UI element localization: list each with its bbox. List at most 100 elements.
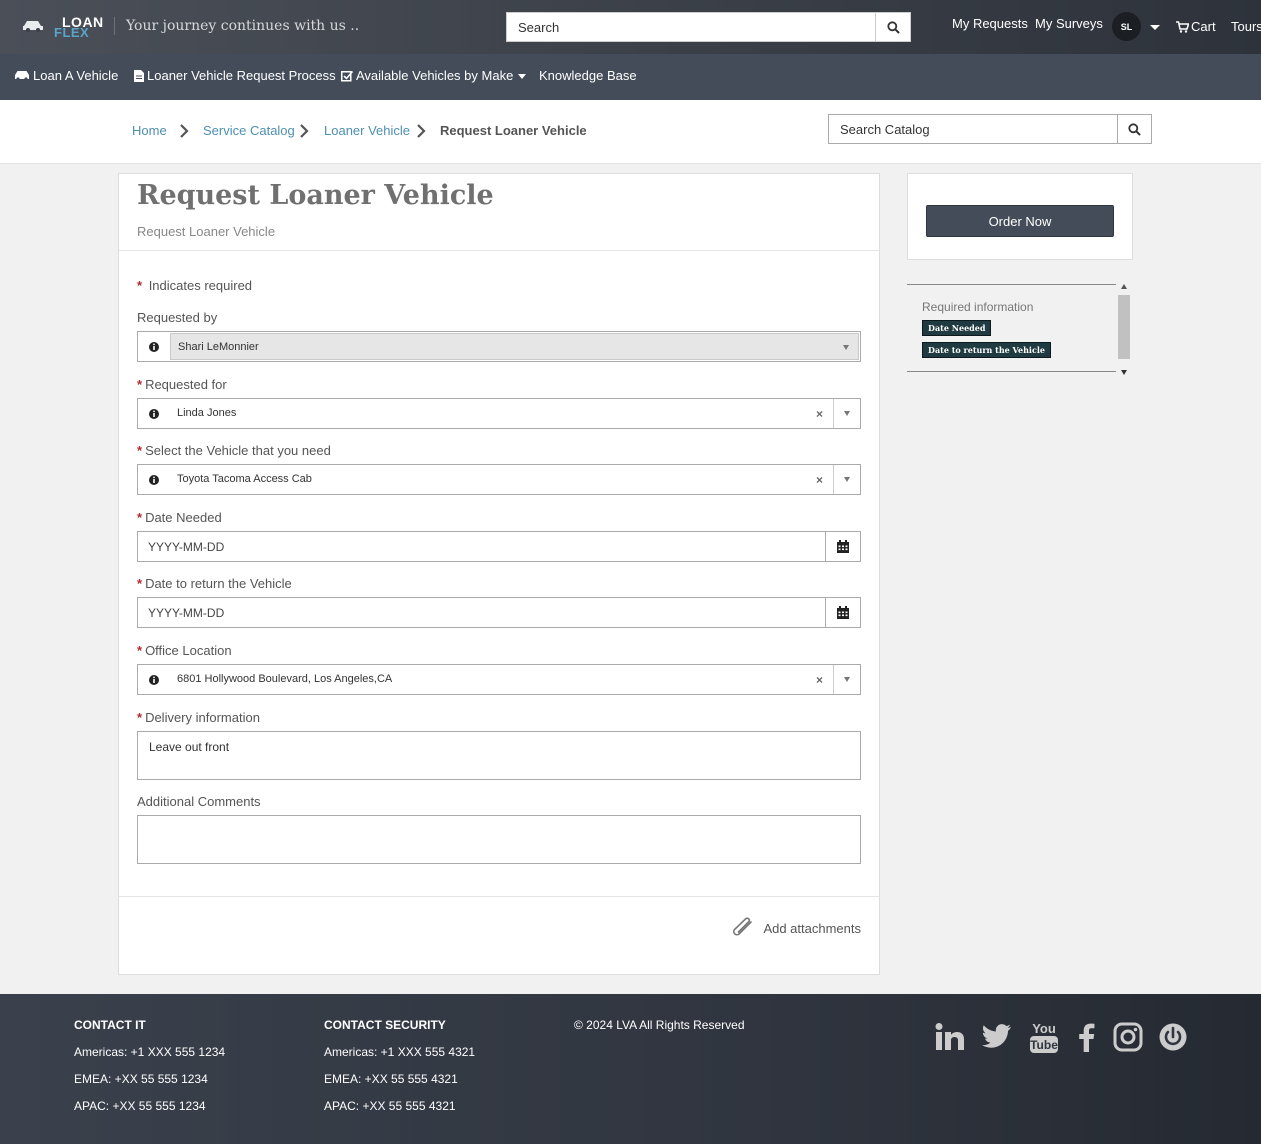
chevron-right-icon — [417, 124, 426, 138]
top-header: LOAN FLEX Your journey continues with us… — [0, 0, 1261, 54]
nav-label: Loan A Vehicle — [33, 68, 119, 83]
comments-label: Additional Comments — [137, 794, 261, 809]
instagram-icon[interactable] — [1111, 1020, 1145, 1054]
car-icon — [23, 21, 43, 32]
contact-line: APAC: +XX 55 555 4321 — [324, 1099, 456, 1113]
chevron-down-icon — [844, 411, 850, 416]
breadcrumb-service-catalog[interactable]: Service Catalog — [203, 123, 295, 138]
date-return-input[interactable] — [138, 598, 826, 627]
main-nav: Loan A Vehicle Loaner Vehicle Request Pr… — [0, 54, 1261, 100]
scroll-down-arrow-icon[interactable] — [1121, 370, 1127, 375]
calendar-icon — [837, 540, 849, 553]
info-icon[interactable] — [138, 465, 170, 494]
contact-line: APAC: +XX 55 555 1234 — [74, 1099, 206, 1113]
clear-icon[interactable]: × — [816, 673, 823, 687]
date-needed-input[interactable] — [138, 532, 826, 561]
vehicle-label: * Select the Vehicle that you need — [137, 443, 331, 458]
delivery-label: * Delivery information — [137, 710, 260, 725]
avatar[interactable]: SL — [1112, 12, 1141, 41]
required-info-panel: Required information Date Needed Date to… — [907, 284, 1116, 372]
clear-icon[interactable]: × — [816, 473, 823, 487]
date-needed-label: * Date Needed — [137, 510, 222, 525]
required-info-scrollbar[interactable] — [1118, 284, 1131, 376]
breadcrumb-bar: Home Service Catalog Loaner Vehicle Requ… — [0, 100, 1261, 164]
user-menu-caret-icon[interactable] — [1150, 25, 1160, 30]
twitter-icon[interactable] — [980, 1020, 1014, 1054]
comments-textarea[interactable] — [137, 815, 861, 864]
document-icon — [134, 69, 144, 82]
label-text: Office Location — [145, 643, 232, 658]
dropdown-toggle[interactable] — [833, 665, 860, 694]
office-value: 6801 Hollywood Boulevard, Los Angeles,CA — [177, 673, 393, 685]
youtube-icon[interactable]: You Tube — [1027, 1020, 1061, 1054]
paperclip-icon — [733, 917, 753, 936]
required-tag-date-return[interactable]: Date to return the Vehicle — [922, 342, 1051, 358]
catalog-search-button[interactable] — [1117, 115, 1151, 143]
global-search-button[interactable] — [875, 13, 910, 41]
scroll-thumb[interactable] — [1118, 295, 1130, 359]
breadcrumb-loaner-vehicle[interactable]: Loaner Vehicle — [324, 123, 410, 138]
calendar-button[interactable] — [825, 532, 860, 561]
office-field[interactable]: 6801 Hollywood Boulevard, Los Angeles,CA… — [137, 664, 861, 695]
nav-label: Loaner Vehicle Request Process — [147, 68, 336, 83]
dropdown-toggle[interactable] — [833, 465, 860, 494]
required-marker: * — [137, 278, 143, 293]
car-icon — [15, 71, 29, 81]
divider — [119, 250, 879, 251]
search-icon — [886, 20, 900, 34]
checkbox-icon — [341, 70, 353, 81]
linkedin-icon[interactable] — [933, 1020, 967, 1054]
contact-line: EMEA: +XX 55 555 4321 — [324, 1072, 458, 1086]
required-marker: * — [137, 377, 143, 392]
youtube-text-top: You — [1032, 1021, 1056, 1036]
clear-icon[interactable]: × — [816, 407, 823, 421]
cart-label: Cart — [1191, 19, 1216, 34]
header-divider — [114, 17, 115, 35]
breadcrumb-current: Request Loaner Vehicle — [440, 123, 587, 138]
cart-link[interactable]: Cart — [1176, 19, 1216, 34]
order-now-button[interactable]: Order Now — [926, 205, 1114, 237]
requested-for-value: Linda Jones — [177, 407, 237, 419]
footer: CONTACT IT Americas: +1 XXX 555 1234 EME… — [0, 994, 1261, 1144]
add-attachments[interactable]: Add attachments — [731, 917, 861, 939]
catalog-search — [828, 114, 1152, 144]
calendar-button[interactable] — [825, 598, 860, 627]
logo[interactable]: LOAN FLEX — [20, 12, 105, 42]
dropdown-toggle[interactable] — [833, 399, 860, 428]
nav-loan-a-vehicle[interactable]: Loan A Vehicle — [14, 68, 118, 83]
global-search-input[interactable] — [507, 13, 876, 41]
delivery-textarea[interactable]: Leave out front — [137, 731, 861, 780]
date-return-label: * Date to return the Vehicle — [137, 576, 292, 591]
vehicle-field[interactable]: Toyota Tacoma Access Cab × — [137, 464, 861, 495]
nav-knowledge-base[interactable]: Knowledge Base — [539, 68, 637, 83]
breadcrumb-home[interactable]: Home — [132, 123, 167, 138]
contact-security-heading: CONTACT SECURITY — [324, 1018, 446, 1032]
requested-by-field: Shari LeMonnier — [137, 331, 861, 362]
tours-link[interactable]: Tours — [1231, 19, 1261, 34]
info-icon[interactable] — [138, 332, 170, 361]
power-icon[interactable] — [1156, 1020, 1190, 1054]
required-tag-date-needed[interactable]: Date Needed — [922, 320, 992, 336]
chevron-down-icon — [844, 677, 850, 682]
my-surveys-link[interactable]: My Surveys — [1035, 16, 1103, 31]
youtube-text-bottom: Tube — [1030, 1038, 1058, 1052]
contact-security: CONTACT SECURITY Americas: +1 XXX 555 43… — [324, 1018, 475, 1126]
label-text: Delivery information — [145, 710, 260, 725]
required-marker: * — [137, 576, 143, 591]
info-icon[interactable] — [138, 399, 170, 428]
add-attachments-label: Add attachments — [763, 920, 861, 936]
catalog-search-input[interactable] — [829, 115, 1118, 143]
info-icon[interactable] — [138, 665, 170, 694]
label-text: Date Needed — [145, 510, 222, 525]
my-requests-link[interactable]: My Requests — [952, 16, 1028, 31]
contact-it-heading: CONTACT IT — [74, 1018, 146, 1032]
scroll-up-arrow-icon[interactable] — [1121, 284, 1127, 289]
required-note-text: Indicates required — [148, 278, 253, 293]
nav-available-vehicles[interactable]: Available Vehicles by Make — [341, 68, 528, 83]
nav-request-process[interactable]: Loaner Vehicle Request Process — [134, 68, 336, 83]
page-subtitle: Request Loaner Vehicle — [137, 224, 276, 239]
facebook-icon[interactable] — [1069, 1020, 1103, 1054]
date-return-field — [137, 597, 861, 628]
label-text: Select the Vehicle that you need — [145, 443, 331, 458]
requested-for-field[interactable]: Linda Jones × — [137, 398, 861, 429]
